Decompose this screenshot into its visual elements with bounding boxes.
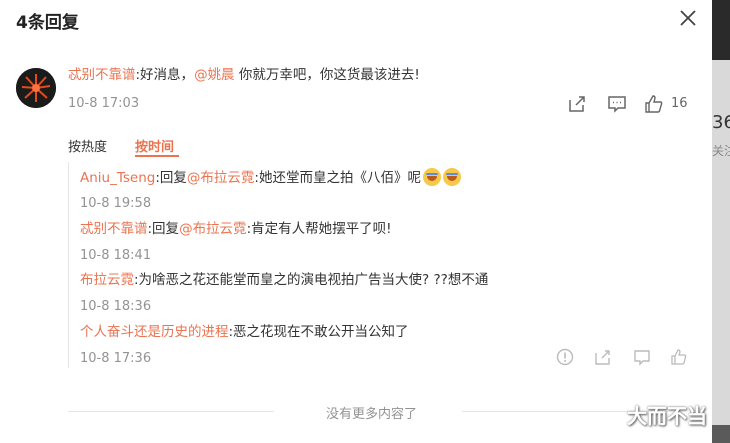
like-count: 16 <box>671 96 688 111</box>
comment-dialog: 4条回复 忒别不靠谱:好消息，@姚晨 你就万幸吧，你这货最该进去! 10-8 1… <box>0 0 712 443</box>
comment-text-prefix: :好消息， <box>135 67 195 83</box>
sort-active-indicator <box>135 155 179 157</box>
like-icon[interactable] <box>670 348 688 366</box>
comment-icon[interactable] <box>607 94 627 114</box>
report-icon[interactable] <box>556 348 574 366</box>
reply-timestamp: 10-8 17:36 <box>80 351 152 366</box>
close-icon[interactable] <box>676 6 700 30</box>
reply-author-link[interactable]: 忒别不靠谱 <box>80 221 148 237</box>
avatar[interactable] <box>16 68 56 108</box>
reply-item: Aniu_Tseng:回复@布拉云霓:她还堂而皇之拍《八佰》呢 <box>80 168 461 187</box>
reply-author-link[interactable]: 个人奋斗还是历史的进程 <box>80 324 229 340</box>
background-page-strip: 36 关注 <box>712 0 730 443</box>
reply-item: 忒别不靠谱:回复@布拉云霓:肯定有人帮她摆平了呗! <box>80 220 392 238</box>
laugh-cry-emoji-icon <box>422 168 441 186</box>
mention-link[interactable]: @姚晨 <box>194 67 235 83</box>
share-icon[interactable] <box>567 94 587 114</box>
reply-timestamp: 10-8 19:58 <box>80 196 152 211</box>
sort-by-hot[interactable]: 按热度 <box>68 136 107 155</box>
watermark-text: 大而不当 <box>627 404 707 428</box>
reply-text: :肯定有人帮她摆平了呗! <box>246 221 392 237</box>
background-dark-area <box>712 0 730 60</box>
main-comment-text: 忒别不靠谱:好消息，@姚晨 你就万幸吧，你这货最该进去! <box>68 66 420 84</box>
dialog-title: 4条回复 <box>16 13 79 33</box>
reply-timestamp: 10-8 18:41 <box>80 248 152 263</box>
reply-item: 布拉云霓:为啥恶之花还能堂而皇之的演电视拍广告当大使? ??想不通 <box>80 271 488 289</box>
reply-text: :为啥恶之花还能堂而皇之的演电视拍广告当大使? ??想不通 <box>134 272 489 288</box>
reply-text: :恶之花现在不敢公开当公知了 <box>228 324 409 340</box>
no-more-content-label: 没有更多内容了 <box>326 407 418 422</box>
reply-item: 个人奋斗还是历史的进程:恶之花现在不敢公开当公知了 <box>80 323 409 341</box>
comment-author-link[interactable]: 忒别不靠谱 <box>68 67 136 83</box>
background-bottom-bar <box>712 425 730 443</box>
reply-timestamp: 10-8 18:36 <box>80 299 152 314</box>
comment-text-suffix: 你就万幸吧，你这货最该进去! <box>234 67 420 83</box>
like-icon[interactable] <box>644 94 664 114</box>
share-icon[interactable] <box>594 348 612 366</box>
reply-author-link[interactable]: Aniu_Tseng <box>80 170 155 186</box>
reply-text: :她还堂而皇之拍《八佰》呢 <box>254 170 421 186</box>
mention-link[interactable]: @布拉云霓 <box>179 221 247 237</box>
mention-link[interactable]: @布拉云霓 <box>187 170 255 186</box>
reply-text-pre: :回复 <box>155 170 187 186</box>
comment-timestamp: 10-8 17:03 <box>68 96 140 111</box>
background-sub-label: 关注 <box>712 144 730 158</box>
laugh-cry-emoji-icon <box>442 168 461 186</box>
sort-by-time[interactable]: 按时间 <box>135 136 174 155</box>
reply-thread-border <box>68 162 69 368</box>
reply-text-pre: :回复 <box>147 221 180 237</box>
background-count: 36 <box>712 112 730 133</box>
reply-author-link[interactable]: 布拉云霓 <box>80 272 134 288</box>
comment-icon[interactable] <box>633 348 651 366</box>
footer-divider-left <box>68 411 274 412</box>
